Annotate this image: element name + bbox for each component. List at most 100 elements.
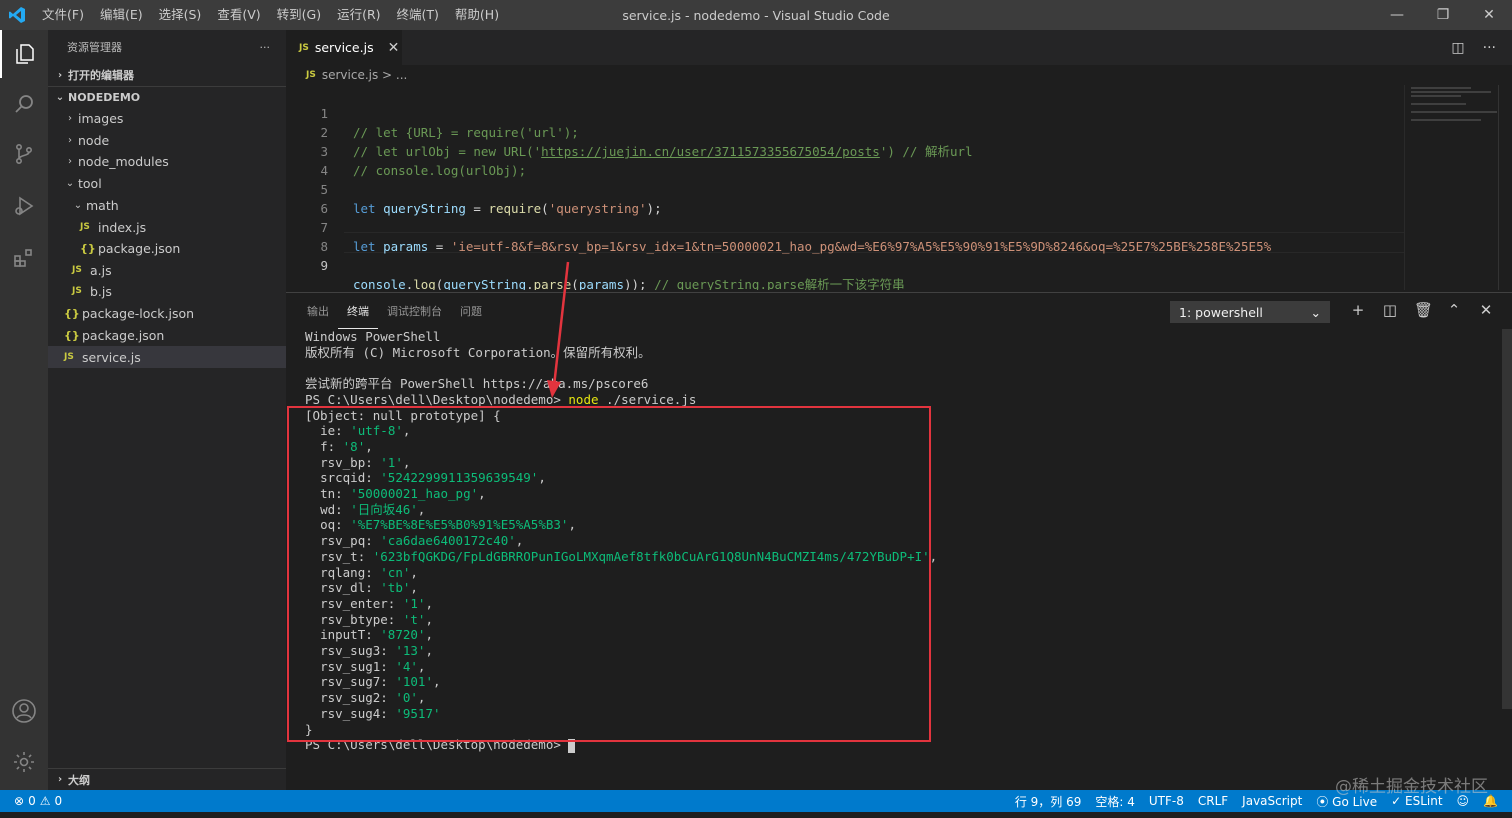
status-position[interactable]: 行 9，列 69 [1015, 793, 1082, 810]
entry-comma: , [410, 564, 418, 580]
more-actions-icon[interactable]: ··· [1483, 40, 1496, 56]
minimap[interactable] [1404, 85, 1502, 290]
close-window-icon[interactable]: ✕ [1466, 0, 1512, 30]
extensions-icon[interactable] [0, 234, 48, 282]
entry-key: rsv_sug4 [320, 705, 381, 721]
tree-label: package.json [82, 327, 165, 343]
entry-sep: : [365, 533, 381, 549]
terminal-select[interactable]: 1: powershell ⌄ [1170, 301, 1330, 323]
entry-comma: , [410, 580, 418, 596]
tree-file-service-js[interactable]: JS service.js [48, 346, 286, 368]
project-section[interactable]: ⌄ NODEDEMO [48, 86, 286, 108]
tree-folder-node-modules[interactable]: › node_modules [48, 150, 286, 172]
entry-key: rsv_pq [320, 533, 366, 549]
terminal-entry: rsv_sug2: '0', [305, 690, 425, 706]
tab-debug-console[interactable]: 调试控制台 [378, 293, 451, 329]
entry-comma: , [538, 470, 546, 486]
more-actions-icon[interactable]: ··· [260, 41, 271, 54]
editor-tabs: JS service.js ✕ ◫ ··· [286, 30, 1512, 65]
tree-label: node_modules [78, 153, 169, 169]
tab-terminal[interactable]: 终端 [338, 293, 378, 329]
tab-output[interactable]: 输出 [298, 293, 338, 329]
code-line: 2 // let urlObj = new URL('https://jueji… [286, 104, 1406, 159]
menu-edit[interactable]: 编辑(E) [92, 0, 151, 30]
entry-key: rsv_sug2 [320, 690, 381, 706]
tree-folder-tool[interactable]: ⌄ tool [48, 172, 286, 194]
status-problems[interactable]: ⊗ 0 ⚠ 0 [14, 790, 62, 812]
restore-icon[interactable]: ❐ [1420, 0, 1466, 30]
status-language[interactable]: JavaScript [1242, 794, 1302, 808]
terminal-entry: rsv_bp: '1', [305, 455, 410, 471]
terminal-prompt: PS C:\Users\dell\Desktop\nodedemo> [305, 737, 569, 753]
tree-file-a-js[interactable]: JS a.js [48, 259, 286, 281]
close-panel-icon[interactable]: ✕ [1478, 301, 1494, 319]
tab-service-js[interactable]: JS service.js ✕ [286, 30, 402, 65]
code-line: 9 console.log(queryString.parse(params))… [286, 237, 1406, 290]
menu-help[interactable]: 帮助(H) [447, 0, 507, 30]
settings-gear-icon[interactable] [0, 738, 48, 786]
entry-value: '5242299911359639549' [380, 470, 539, 486]
run-debug-icon[interactable] [0, 182, 48, 230]
js-file-icon: JS [72, 286, 82, 296]
tree-folder-math[interactable]: ⌄ math [48, 194, 286, 216]
new-terminal-icon[interactable]: + [1350, 301, 1366, 319]
entry-comma: , [425, 611, 433, 627]
chevron-right-icon: › [68, 112, 72, 124]
menu-go[interactable]: 转到(G) [269, 0, 329, 30]
menu-terminal[interactable]: 终端(T) [389, 0, 447, 30]
entry-value: '1' [402, 595, 426, 611]
minimize-icon[interactable]: — [1374, 0, 1420, 30]
entry-value: 'tb' [380, 580, 411, 596]
source-control-icon[interactable] [0, 130, 48, 178]
code-line: 6 [286, 180, 1406, 216]
tree-file-index-js[interactable]: JS index.js [48, 216, 286, 238]
entry-sep: : [335, 517, 351, 533]
menu-file[interactable]: 文件(F) [34, 0, 92, 30]
entry-value: '0' [395, 690, 418, 706]
split-editor-icon[interactable]: ◫ [1451, 40, 1464, 56]
entry-sep: : [365, 580, 381, 596]
panel-scrollbar[interactable] [1502, 329, 1512, 709]
terminal-entry: rsv_t: '623bfQGKDG/FpLdGBRROPunIGoLMXqmA… [305, 549, 937, 565]
code-editor[interactable]: 1 // let {URL} = require('url'); 2 // le… [286, 85, 1512, 290]
entry-value: '1' [380, 454, 403, 470]
open-editors-section[interactable]: › 打开的编辑器 [48, 64, 286, 86]
chevron-right-icon: › [57, 774, 63, 785]
tab-problems[interactable]: 问题 [451, 293, 491, 329]
chevron-down-icon: ⌄ [73, 199, 83, 211]
split-terminal-icon[interactable]: ◫ [1382, 301, 1398, 319]
entry-key: tn [320, 486, 336, 501]
explorer-icon[interactable] [0, 30, 48, 78]
tree-file-math-package-json[interactable]: {} package.json [48, 237, 286, 259]
entry-value: '8720' [380, 627, 426, 643]
menu-run[interactable]: 运行(R) [329, 0, 388, 30]
entry-key: ie [320, 423, 336, 439]
close-tab-icon[interactable]: ✕ [388, 40, 400, 56]
tree-file-b-js[interactable]: JS b.js [48, 280, 286, 302]
editor-scrollbar[interactable] [1498, 85, 1512, 290]
outline-section[interactable]: › 大纲 [48, 768, 286, 790]
trash-icon[interactable]: 🗑 [1414, 301, 1433, 319]
status-eol[interactable]: CRLF [1198, 794, 1228, 808]
search-icon[interactable] [0, 80, 48, 128]
code-comment: // queryString.parse解析一下该字符串 [654, 277, 905, 290]
entry-key: rsv_t [320, 548, 358, 564]
account-icon[interactable] [0, 687, 48, 735]
breadcrumb-path[interactable]: service.js > ... [322, 68, 408, 82]
js-file-icon: JS [306, 70, 316, 80]
tree-file-package-lock-json[interactable]: {} package-lock.json [48, 302, 286, 324]
terminal-command: node [568, 391, 599, 407]
status-encoding[interactable]: UTF-8 [1149, 794, 1184, 808]
status-indent[interactable]: 空格: 4 [1095, 793, 1135, 810]
maximize-panel-icon[interactable]: ⌃ [1446, 301, 1462, 319]
entry-key: rsv_enter [320, 595, 388, 611]
tree-folder-node[interactable]: › node [48, 129, 286, 151]
entry-comma: , [568, 517, 576, 533]
menu-selection[interactable]: 选择(S) [151, 0, 210, 30]
tree-folder-images[interactable]: › images [48, 107, 286, 129]
chevron-right-icon: › [68, 134, 72, 146]
panel-actions: + ◫ 🗑 ⌃ ✕ [1350, 301, 1494, 319]
tree-file-package-json[interactable]: {} package.json [48, 324, 286, 346]
explorer-header: 资源管理器 ··· [48, 30, 286, 64]
menu-view[interactable]: 查看(V) [209, 0, 268, 30]
